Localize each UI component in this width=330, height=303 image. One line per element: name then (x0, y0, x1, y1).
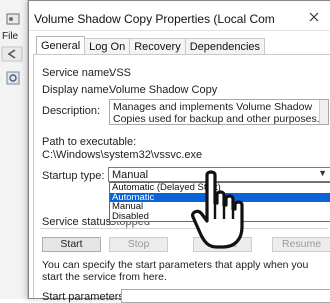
startup-type-label: Startup type: (42, 170, 105, 182)
description-text: Manages and implements Volume Shadow Cop… (113, 101, 320, 125)
description-label: Description: (42, 105, 101, 117)
section-divider (40, 228, 328, 229)
app-icon (6, 13, 20, 25)
start-parameters-input[interactable] (121, 289, 330, 303)
file-menu[interactable]: File (2, 31, 18, 42)
resume-button[interactable]: Resume (272, 237, 330, 252)
start-button[interactable]: Start (42, 237, 101, 252)
stop-button[interactable]: Stop (109, 237, 168, 252)
hand-cursor-icon (191, 170, 244, 249)
background-window: File (0, 0, 28, 299)
start-parameters-label: Start parameters: (42, 291, 127, 303)
path-label: Path to executable: (42, 136, 137, 148)
tab-dependencies[interactable]: Dependencies (184, 38, 266, 55)
properties-dialog: Volume Shadow Copy Properties (Local Com… (28, 0, 330, 303)
description-box[interactable]: Manages and implements Volume Shadow Cop… (109, 99, 329, 125)
tab-general[interactable]: General (36, 36, 86, 55)
title-bar[interactable]: Volume Shadow Copy Properties (Local Com… (29, 1, 330, 31)
chevron-down-icon: ▼ (318, 168, 327, 178)
description-scrollbar[interactable] (319, 100, 328, 124)
dialog-title: Volume Shadow Copy Properties (Local Com… (34, 12, 274, 26)
tab-strip: General Log On Recovery Dependencies (36, 36, 266, 55)
services-icon[interactable] (5, 70, 21, 86)
tab-log-on[interactable]: Log On (84, 38, 131, 55)
back-arrow-icon[interactable] (1, 46, 23, 62)
tab-recovery[interactable]: Recovery (129, 38, 186, 55)
display-name-value: Volume Shadow Copy (109, 84, 218, 96)
service-name-label: Service name: (42, 67, 113, 79)
close-icon (309, 12, 319, 22)
close-button[interactable] (304, 7, 324, 27)
display-name-label: Display name: (42, 84, 112, 96)
service-status-label: Service status: (42, 216, 115, 228)
path-value: C:\Windows\system32\vssvc.exe (42, 149, 203, 161)
startup-type-value: Manual (112, 169, 149, 181)
start-parameters-note: You can specify the start parameters tha… (42, 259, 309, 283)
service-name-value: VSS (109, 67, 132, 79)
